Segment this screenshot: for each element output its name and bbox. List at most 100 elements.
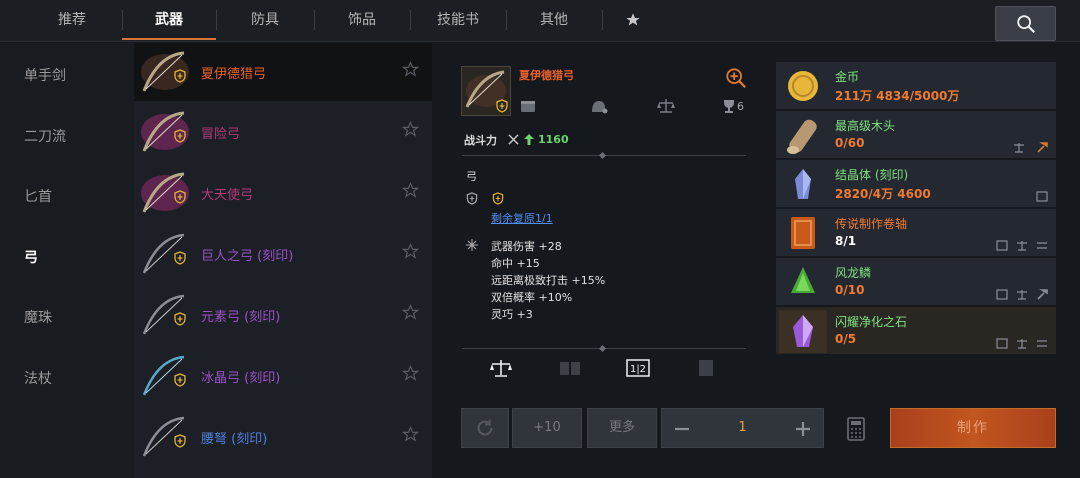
material-name: 闪耀净化之石 xyxy=(835,315,908,329)
materials-panel: 金币 211万 4834/5000万 最高级木头 0/60 结晶体 (刻印) 2… xyxy=(776,62,1056,358)
trophy-icon xyxy=(724,100,734,113)
favorite-star-icon[interactable] xyxy=(402,365,419,382)
balance-scale-icon[interactable] xyxy=(490,358,512,378)
favorite-star-icon[interactable] xyxy=(402,304,419,321)
material-actions xyxy=(1013,138,1048,157)
item-list: 夏伊德猎弓 冒险弓 大天使弓 巨人之弓 (刻印) 元素弓 (刻印) 冰晶弓 (刻… xyxy=(134,43,432,478)
list-item[interactable]: 冰晶弓 (刻印) xyxy=(134,347,432,405)
selected-item-thumbnail xyxy=(461,66,511,116)
swap-icon[interactable] xyxy=(1036,240,1048,251)
favorite-star-icon[interactable] xyxy=(402,182,419,199)
storage-icon[interactable] xyxy=(519,98,537,114)
exchange-icon[interactable] xyxy=(996,338,1008,349)
divider-ornament xyxy=(598,151,607,160)
refresh-icon xyxy=(477,419,493,436)
category-one-hand-sword[interactable]: 单手剑 xyxy=(24,65,66,85)
favorite-star-icon[interactable] xyxy=(402,426,419,443)
material-row[interactable]: 闪耀净化之石 0/5 xyxy=(776,307,1056,355)
shield-badge-icon xyxy=(174,190,186,204)
helmet-icon[interactable] xyxy=(589,98,609,115)
more-button[interactable]: 更多 xyxy=(587,408,657,448)
material-row[interactable]: 结晶体 (刻印) 2820/4万 4600 xyxy=(776,160,1056,208)
favorite-star-icon[interactable] xyxy=(402,121,419,138)
attribute-line: 灵巧 +3 xyxy=(491,308,533,321)
divider-ornament xyxy=(598,344,607,353)
list-item[interactable]: 大天使弓 xyxy=(134,164,432,222)
shield-badge-icon xyxy=(174,373,186,387)
gold-coin-icon xyxy=(788,71,818,101)
selected-item-name: 夏伊德猎弓 xyxy=(519,69,574,82)
shield-badge-icon xyxy=(174,434,186,448)
swap-icon[interactable] xyxy=(1036,338,1048,349)
reset-button[interactable] xyxy=(461,408,509,448)
plus-ten-label: +10 xyxy=(533,420,561,435)
svg-text:1|2: 1|2 xyxy=(630,364,646,375)
favorite-star-icon[interactable] xyxy=(402,61,419,78)
shield-badge-icon xyxy=(174,129,186,143)
restore-count-link[interactable]: 剩余复原1/1 xyxy=(491,210,553,226)
more-label: 更多 xyxy=(608,420,635,435)
item-name: 冰晶弓 (刻印) xyxy=(201,371,281,386)
hammer-icon[interactable] xyxy=(1036,289,1048,300)
scale-icon[interactable] xyxy=(1016,240,1028,251)
wood-log-icon xyxy=(787,119,817,154)
exchange-icon[interactable] xyxy=(996,289,1008,300)
material-row[interactable]: 金币 211万 4834/5000万 xyxy=(776,62,1056,110)
exchange-icon[interactable] xyxy=(996,240,1008,251)
attribute-line: 命中 +15 xyxy=(491,257,540,270)
attribute-line: 双倍概率 +10% xyxy=(491,291,573,304)
calculator-icon[interactable] xyxy=(846,417,866,441)
list-item[interactable]: 夏伊德猎弓 xyxy=(134,43,432,101)
search-button[interactable] xyxy=(995,6,1056,41)
item-name: 大天使弓 xyxy=(201,188,254,203)
list-item[interactable]: 元素弓 (刻印) xyxy=(134,286,432,344)
tab-skillbook[interactable]: 技能书 xyxy=(410,0,506,40)
list-item[interactable]: 腰弩 (刻印) xyxy=(134,408,432,466)
combat-power-label: 战斗力 xyxy=(464,134,497,147)
shield-outline-icon xyxy=(466,192,478,205)
material-row[interactable]: 风龙鳞 0/10 xyxy=(776,258,1056,306)
hammer-icon[interactable] xyxy=(1036,142,1048,153)
zoom-in-icon[interactable] xyxy=(725,67,747,89)
combat-power-value: 1160 xyxy=(538,133,569,146)
item-name: 巨人之弓 (刻印) xyxy=(201,249,294,264)
search-icon xyxy=(1017,15,1036,34)
exchange-icon[interactable] xyxy=(1036,191,1048,202)
tab-armor[interactable]: 防具 xyxy=(216,0,314,40)
plus-icon[interactable] xyxy=(795,421,811,437)
scale-icon[interactable] xyxy=(1016,289,1028,300)
tab-recommend[interactable]: 推荐 xyxy=(22,0,122,40)
category-dagger[interactable]: 匕首 xyxy=(24,186,52,206)
category-bow[interactable]: 弓 xyxy=(24,247,38,267)
weapon-type-label: 弓 xyxy=(466,170,477,183)
scale-icon[interactable] xyxy=(1016,338,1028,349)
material-count: 0/60 xyxy=(835,136,865,150)
book-icon[interactable] xyxy=(559,358,581,378)
scale-icon[interactable] xyxy=(657,98,675,114)
plus-ten-button[interactable]: +10 xyxy=(512,408,582,448)
attribute-line: 远距离极致打击 +15% xyxy=(491,274,606,287)
list-item[interactable]: 冒险弓 xyxy=(134,103,432,161)
arrow-up-icon xyxy=(524,134,534,145)
material-row[interactable]: 最高级木头 0/60 xyxy=(776,111,1056,159)
tab-weapon[interactable]: 武器 xyxy=(122,0,216,40)
scale-icon[interactable] xyxy=(1013,142,1025,153)
category-orb[interactable]: 魔珠 xyxy=(24,307,52,327)
list-item[interactable]: 巨人之弓 (刻印) xyxy=(134,225,432,283)
category-staff[interactable]: 法杖 xyxy=(24,368,52,388)
material-row[interactable]: 传说制作卷轴 8/1 xyxy=(776,209,1056,257)
material-count: 211万 4834/5000万 xyxy=(835,89,960,103)
tab-favorites[interactable] xyxy=(602,0,664,40)
tab-accessory[interactable]: 饰品 xyxy=(314,0,410,40)
scroll-icon xyxy=(791,217,815,249)
craft-button[interactable]: 制作 xyxy=(890,408,1056,448)
document-icon[interactable] xyxy=(697,358,715,378)
shield-badge-icon xyxy=(174,312,186,326)
favorite-star-icon[interactable] xyxy=(402,243,419,260)
stat-count: 6 xyxy=(737,100,744,113)
top-tab-bar: 推荐 武器 防具 饰品 技能书 其他 xyxy=(0,0,1080,42)
purify-stone-icon xyxy=(779,310,827,353)
compare-icon[interactable]: 1|2 xyxy=(626,358,650,378)
tab-other[interactable]: 其他 xyxy=(506,0,602,40)
category-dual-blade[interactable]: 二刀流 xyxy=(24,126,66,146)
